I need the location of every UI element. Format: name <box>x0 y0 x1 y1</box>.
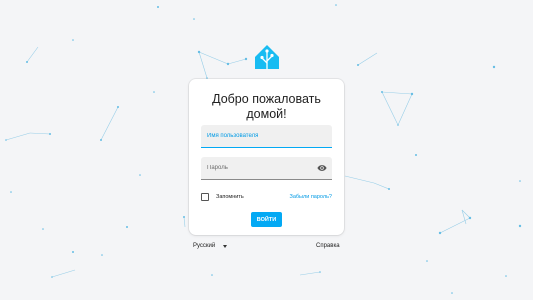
remember-checkbox[interactable] <box>201 193 209 201</box>
caret-down-icon <box>223 244 228 248</box>
title-line-2: домой! <box>246 107 287 121</box>
remember-me: Запомнить <box>201 193 244 201</box>
username-input[interactable] <box>207 125 317 147</box>
login-button[interactable]: ВОЙТИ <box>251 212 282 227</box>
login-card: Добро пожаловать домой! Запомнить Забыли… <box>189 79 344 235</box>
forgot-password-link[interactable]: Забыли пароль? <box>290 194 332 200</box>
eye-icon[interactable] <box>317 163 327 173</box>
home-assistant-logo-icon <box>255 45 279 70</box>
help-link[interactable]: Справка <box>316 243 340 249</box>
password-input[interactable] <box>207 157 317 179</box>
language-label: Русский <box>193 243 216 249</box>
remember-label: Запомнить <box>216 194 244 200</box>
language-selector[interactable]: Русский <box>193 243 228 249</box>
username-field[interactable] <box>201 125 332 148</box>
title-line-1: Добро пожаловать <box>212 92 321 106</box>
page-title: Добро пожаловать домой! <box>189 92 344 122</box>
password-field[interactable] <box>201 157 332 180</box>
